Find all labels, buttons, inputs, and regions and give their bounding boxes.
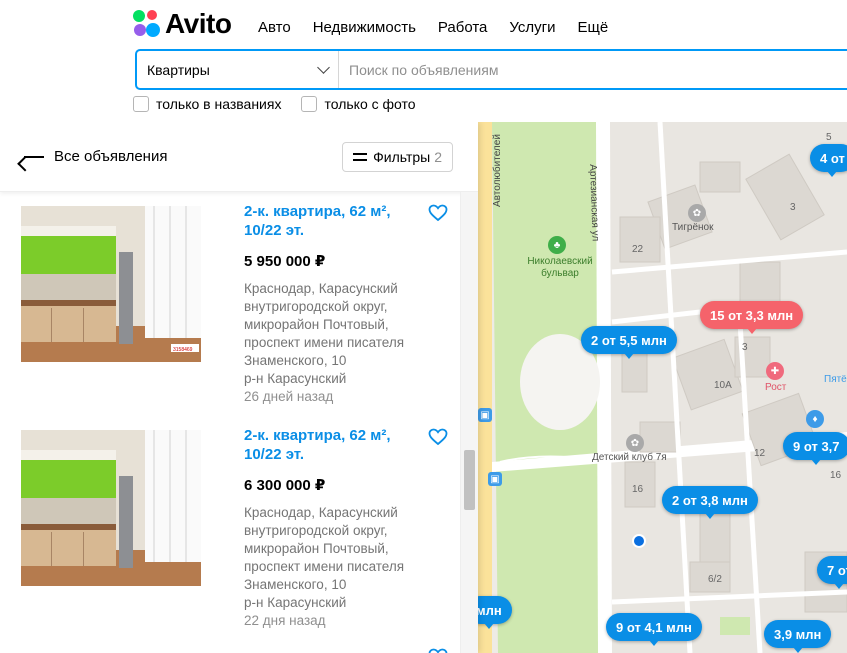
map-pin[interactable]: 9 от 3,7	[783, 432, 847, 465]
place-label: Рост	[765, 382, 787, 393]
map-pin[interactable]: 4 от	[810, 144, 847, 177]
map-pin[interactable]: 2 от 5,5 млн	[581, 326, 677, 359]
bus-stop-icon: ▣	[488, 472, 502, 486]
listing-card[interactable]: 2-к. квартира, 62 м², 10/22 эт. 6 300 00…	[0, 416, 460, 640]
house-number: 22	[632, 244, 644, 255]
map-pin[interactable]: 15 от 3,3 млн	[700, 301, 804, 334]
house-number: 3	[742, 342, 748, 353]
listing-photo[interactable]	[21, 430, 201, 586]
avito-logo[interactable]: Avito	[133, 8, 232, 40]
house-number: 6/2	[708, 574, 722, 585]
checkbox-label: только в названиях	[156, 96, 282, 112]
top-nav: Авто Недвижимость Работа Услуги Ещё	[258, 19, 630, 36]
listing-date: 22 дня назад	[244, 613, 326, 628]
pin-label: 4 от	[820, 150, 845, 166]
pin-label: 3,9 млн	[774, 626, 822, 642]
panel-header: Все объявления Фильтры 2	[0, 122, 478, 192]
filter-sliders-icon	[353, 152, 368, 162]
back-label: Все объявления	[54, 148, 168, 165]
kitchen-photo	[21, 430, 201, 586]
map-pin[interactable]: 2 от 3,8 млн	[662, 486, 758, 519]
location-dot[interactable]	[632, 534, 646, 548]
listing-address-block: Краснодар, Карасунский внутригородской о…	[244, 504, 439, 630]
kitchen-photo: 3158469	[21, 206, 201, 362]
pin-label: млн	[476, 602, 502, 618]
place-label: Пятё	[824, 374, 847, 385]
house-number: 16	[830, 470, 842, 481]
house-number: 12	[754, 448, 766, 459]
photo-watermark: 3158469	[173, 347, 193, 353]
playground-icon: ✿	[688, 204, 706, 222]
pin-label: 2 от 3,8 млн	[672, 492, 748, 508]
back-to-all-button[interactable]: Все объявления	[24, 148, 167, 165]
map-pin[interactable]: 7 от	[817, 556, 847, 589]
listing-price: 5 950 000 ₽	[244, 253, 326, 270]
pharmacy-icon: ✚	[766, 362, 784, 380]
house-number: 16	[632, 484, 644, 495]
search-options: только в названиях только с фото	[133, 96, 436, 112]
listing-panel: Все объявления Фильтры 2 3158469 2-к. кв…	[0, 122, 478, 653]
heart-icon[interactable]	[428, 204, 448, 222]
listing-price: 6 300 000 ₽	[244, 477, 326, 494]
listing-date: 26 дней назад	[244, 389, 334, 404]
listing-title[interactable]: 2-к. квартира, 62 м², 10/22 эт.	[244, 202, 414, 240]
house-number: 5	[826, 132, 832, 143]
filters-count: 2	[434, 148, 442, 165]
house-number: 10А	[714, 380, 732, 391]
listing-list: 3158469 2-к. квартира, 62 м², 10/22 эт. …	[0, 192, 478, 653]
kids-club-icon: ✿	[626, 434, 644, 452]
shop-icon: ♦	[806, 410, 824, 428]
pin-label: 2 от 5,5 млн	[591, 332, 667, 348]
map-pin[interactable]: 9 от 4,1 млн	[606, 613, 702, 646]
search-bar: Квартиры	[135, 49, 847, 90]
house-number: 3	[790, 202, 796, 213]
park-icon: ♣	[548, 236, 566, 254]
category-select[interactable]: Квартиры	[137, 51, 339, 88]
place-label: Детский клуб 7я	[592, 452, 667, 463]
pin-label: 9 от 3,7	[793, 438, 840, 454]
map-pin[interactable]: 3,9 млн	[764, 620, 832, 653]
nav-item-services[interactable]: Услуги	[509, 19, 555, 36]
listing-scrollbar[interactable]	[460, 192, 478, 653]
arrow-left-icon	[24, 155, 44, 158]
place-label: Николаевский бульвар	[527, 256, 593, 279]
listing-address: Краснодар, Карасунский внутригородской о…	[244, 281, 405, 368]
scrollbar-thumb[interactable]	[464, 450, 475, 510]
heart-icon[interactable]	[428, 648, 448, 653]
logo-dots-icon	[133, 9, 161, 39]
bus-stop-icon: ▣	[478, 408, 492, 422]
filters-button[interactable]: Фильтры 2	[342, 141, 453, 172]
listing-photo[interactable]: 3158469	[21, 206, 201, 362]
heart-icon[interactable]	[428, 428, 448, 446]
nav-item-auto[interactable]: Авто	[258, 19, 291, 36]
nav-item-jobs[interactable]: Работа	[438, 19, 488, 36]
place-label: Тигрёнок	[672, 222, 714, 233]
checkbox-box[interactable]	[133, 96, 149, 112]
search-input[interactable]	[339, 51, 847, 88]
pin-label: 7 от	[827, 562, 847, 578]
listing-card[interactable]: 3158469 2-к. квартира, 62 м², 10/22 эт. …	[0, 192, 460, 416]
listing-district: р-н Карасунский	[244, 595, 347, 610]
titles-only-checkbox[interactable]: только в названиях	[133, 96, 281, 112]
nav-item-realty[interactable]: Недвижимость	[313, 19, 416, 36]
chevron-down-icon	[317, 60, 330, 74]
checkbox-box[interactable]	[301, 96, 318, 112]
listing-district: р-н Карасунский	[244, 371, 347, 386]
street-label: Автолюбителей	[492, 134, 503, 207]
logo-text: Avito	[165, 8, 232, 39]
filters-label: Фильтры	[373, 148, 431, 165]
checkbox-label: только с фото	[324, 96, 416, 112]
with-photo-checkbox[interactable]: только с фото	[301, 96, 416, 112]
header: Avito Авто Недвижимость Работа Услуги Ещ…	[0, 0, 847, 122]
pin-label: 15 от 3,3 млн	[710, 307, 794, 323]
pin-label: 9 от 4,1 млн	[616, 619, 692, 635]
category-value: Квартиры	[147, 61, 210, 78]
nav-item-more[interactable]: Ещё	[578, 19, 609, 36]
listing-address: Краснодар, Карасунский внутригородской о…	[244, 505, 405, 592]
listing-address-block: Краснодар, Карасунский внутригородской о…	[244, 280, 439, 406]
listing-title[interactable]: 2-к. квартира, 62 м², 10/22 эт.	[244, 426, 414, 464]
